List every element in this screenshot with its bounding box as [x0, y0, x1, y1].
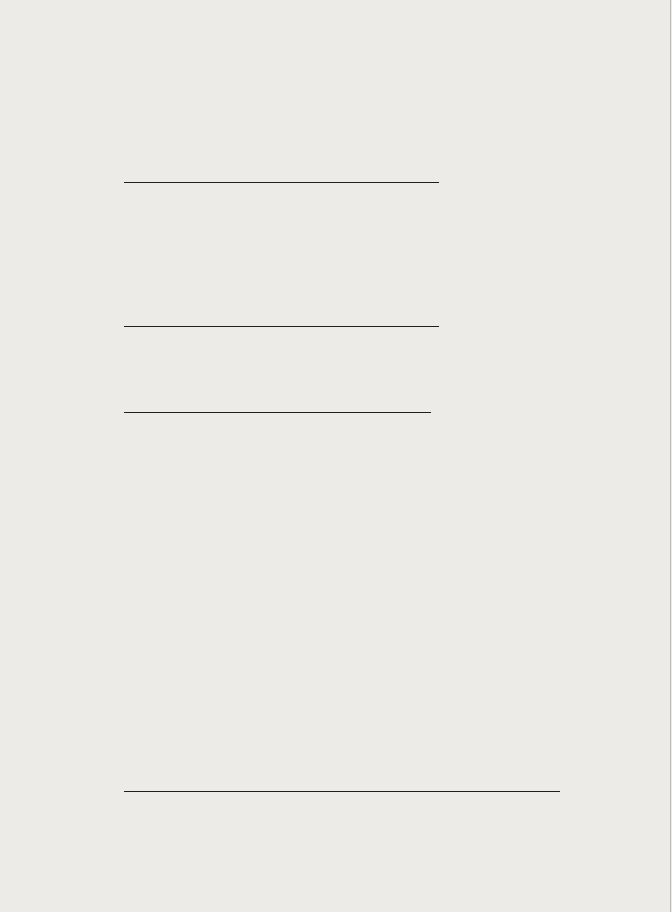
blank-line-3 [124, 412, 431, 413]
blank-line-2 [124, 326, 439, 327]
blank-line-4 [124, 791, 560, 792]
blank-line-1 [124, 182, 439, 183]
document-page [0, 0, 671, 912]
